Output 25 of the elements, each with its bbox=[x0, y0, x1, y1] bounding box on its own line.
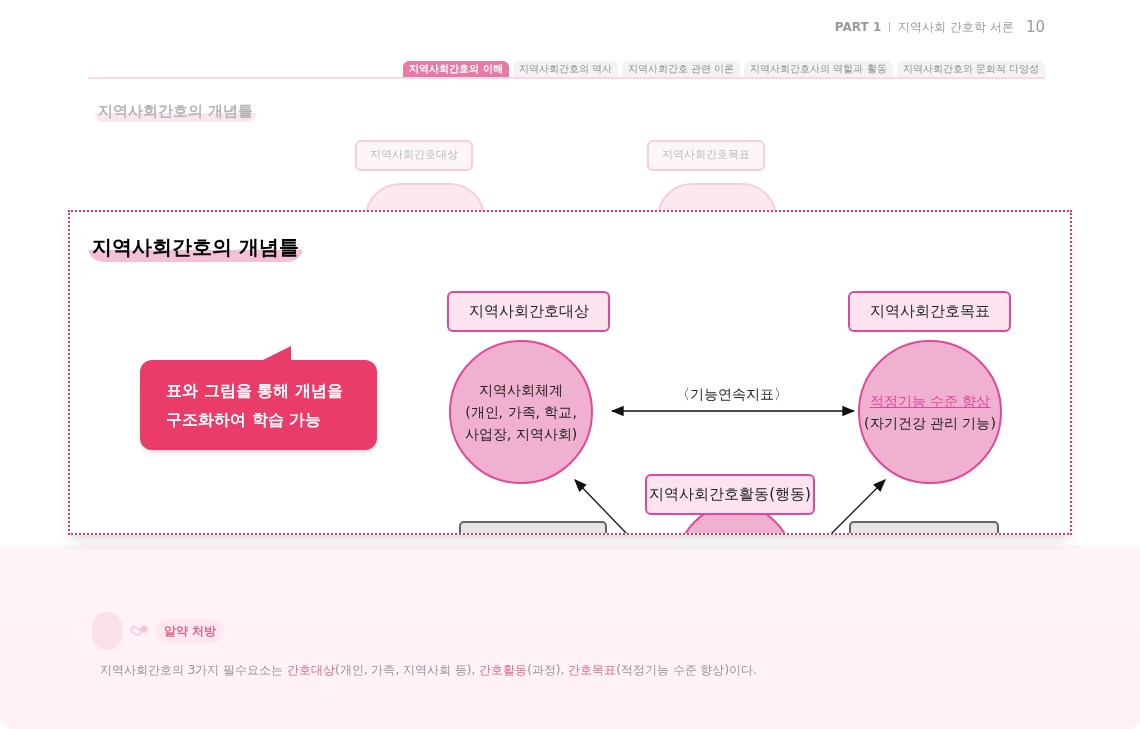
circle-text: 지역사회체계 bbox=[479, 381, 563, 400]
chapter-tab[interactable]: 지역사회간호의 이해 bbox=[403, 60, 509, 77]
concept-box: 지역사회간호활동(행동) bbox=[645, 474, 815, 515]
tip-sentence: 지역사회간호의 3가지 필수요소는 간호대상(개인, 가족, 지역사회 등), 간호활동(과정), 간호목표(적정기능 수준 향상)이다. bbox=[100, 662, 757, 679]
arrow bbox=[829, 479, 886, 533]
chapter-tab[interactable]: 지역사회간호 관련 이론 bbox=[621, 60, 741, 77]
circle-text: 적정기능 수준 향상 bbox=[869, 392, 991, 411]
circle-text: (자기건강 관리 기능) bbox=[864, 414, 996, 433]
circle-text: (개인, 가족, 학교, bbox=[465, 403, 577, 422]
part-label: PART 1 bbox=[834, 19, 882, 37]
pill-icon bbox=[130, 624, 148, 638]
concept-box: 지역사회간호목표 bbox=[647, 139, 765, 171]
chapter-tab[interactable]: 지역사회간호와 문화적 다양성 bbox=[896, 60, 1045, 77]
callout-text: 표와 그림을 통해 개념을 구조화하여 학습 가능 bbox=[166, 380, 343, 431]
chapter-title: 지역사회 간호학 서론 bbox=[898, 19, 1014, 37]
chapter-tab[interactable]: 지역사회간호사의 역할과 활동 bbox=[744, 60, 893, 77]
chapter-tab[interactable]: 지역사회간호의 역사 bbox=[512, 60, 618, 77]
concept-box: 지역사회간호대상 bbox=[447, 291, 610, 332]
tip-label: 알약 처방 bbox=[156, 619, 225, 643]
concept-box: 지역사회간호대상 bbox=[355, 139, 473, 171]
arrow-label: 〈기능연속지표〉 bbox=[676, 385, 788, 404]
concept-box: 지역사회간호목표 bbox=[848, 291, 1011, 332]
page-number: 10 bbox=[1025, 17, 1045, 38]
circle-text: 사업장, 지역사회) bbox=[464, 425, 578, 444]
arrow bbox=[574, 479, 629, 533]
